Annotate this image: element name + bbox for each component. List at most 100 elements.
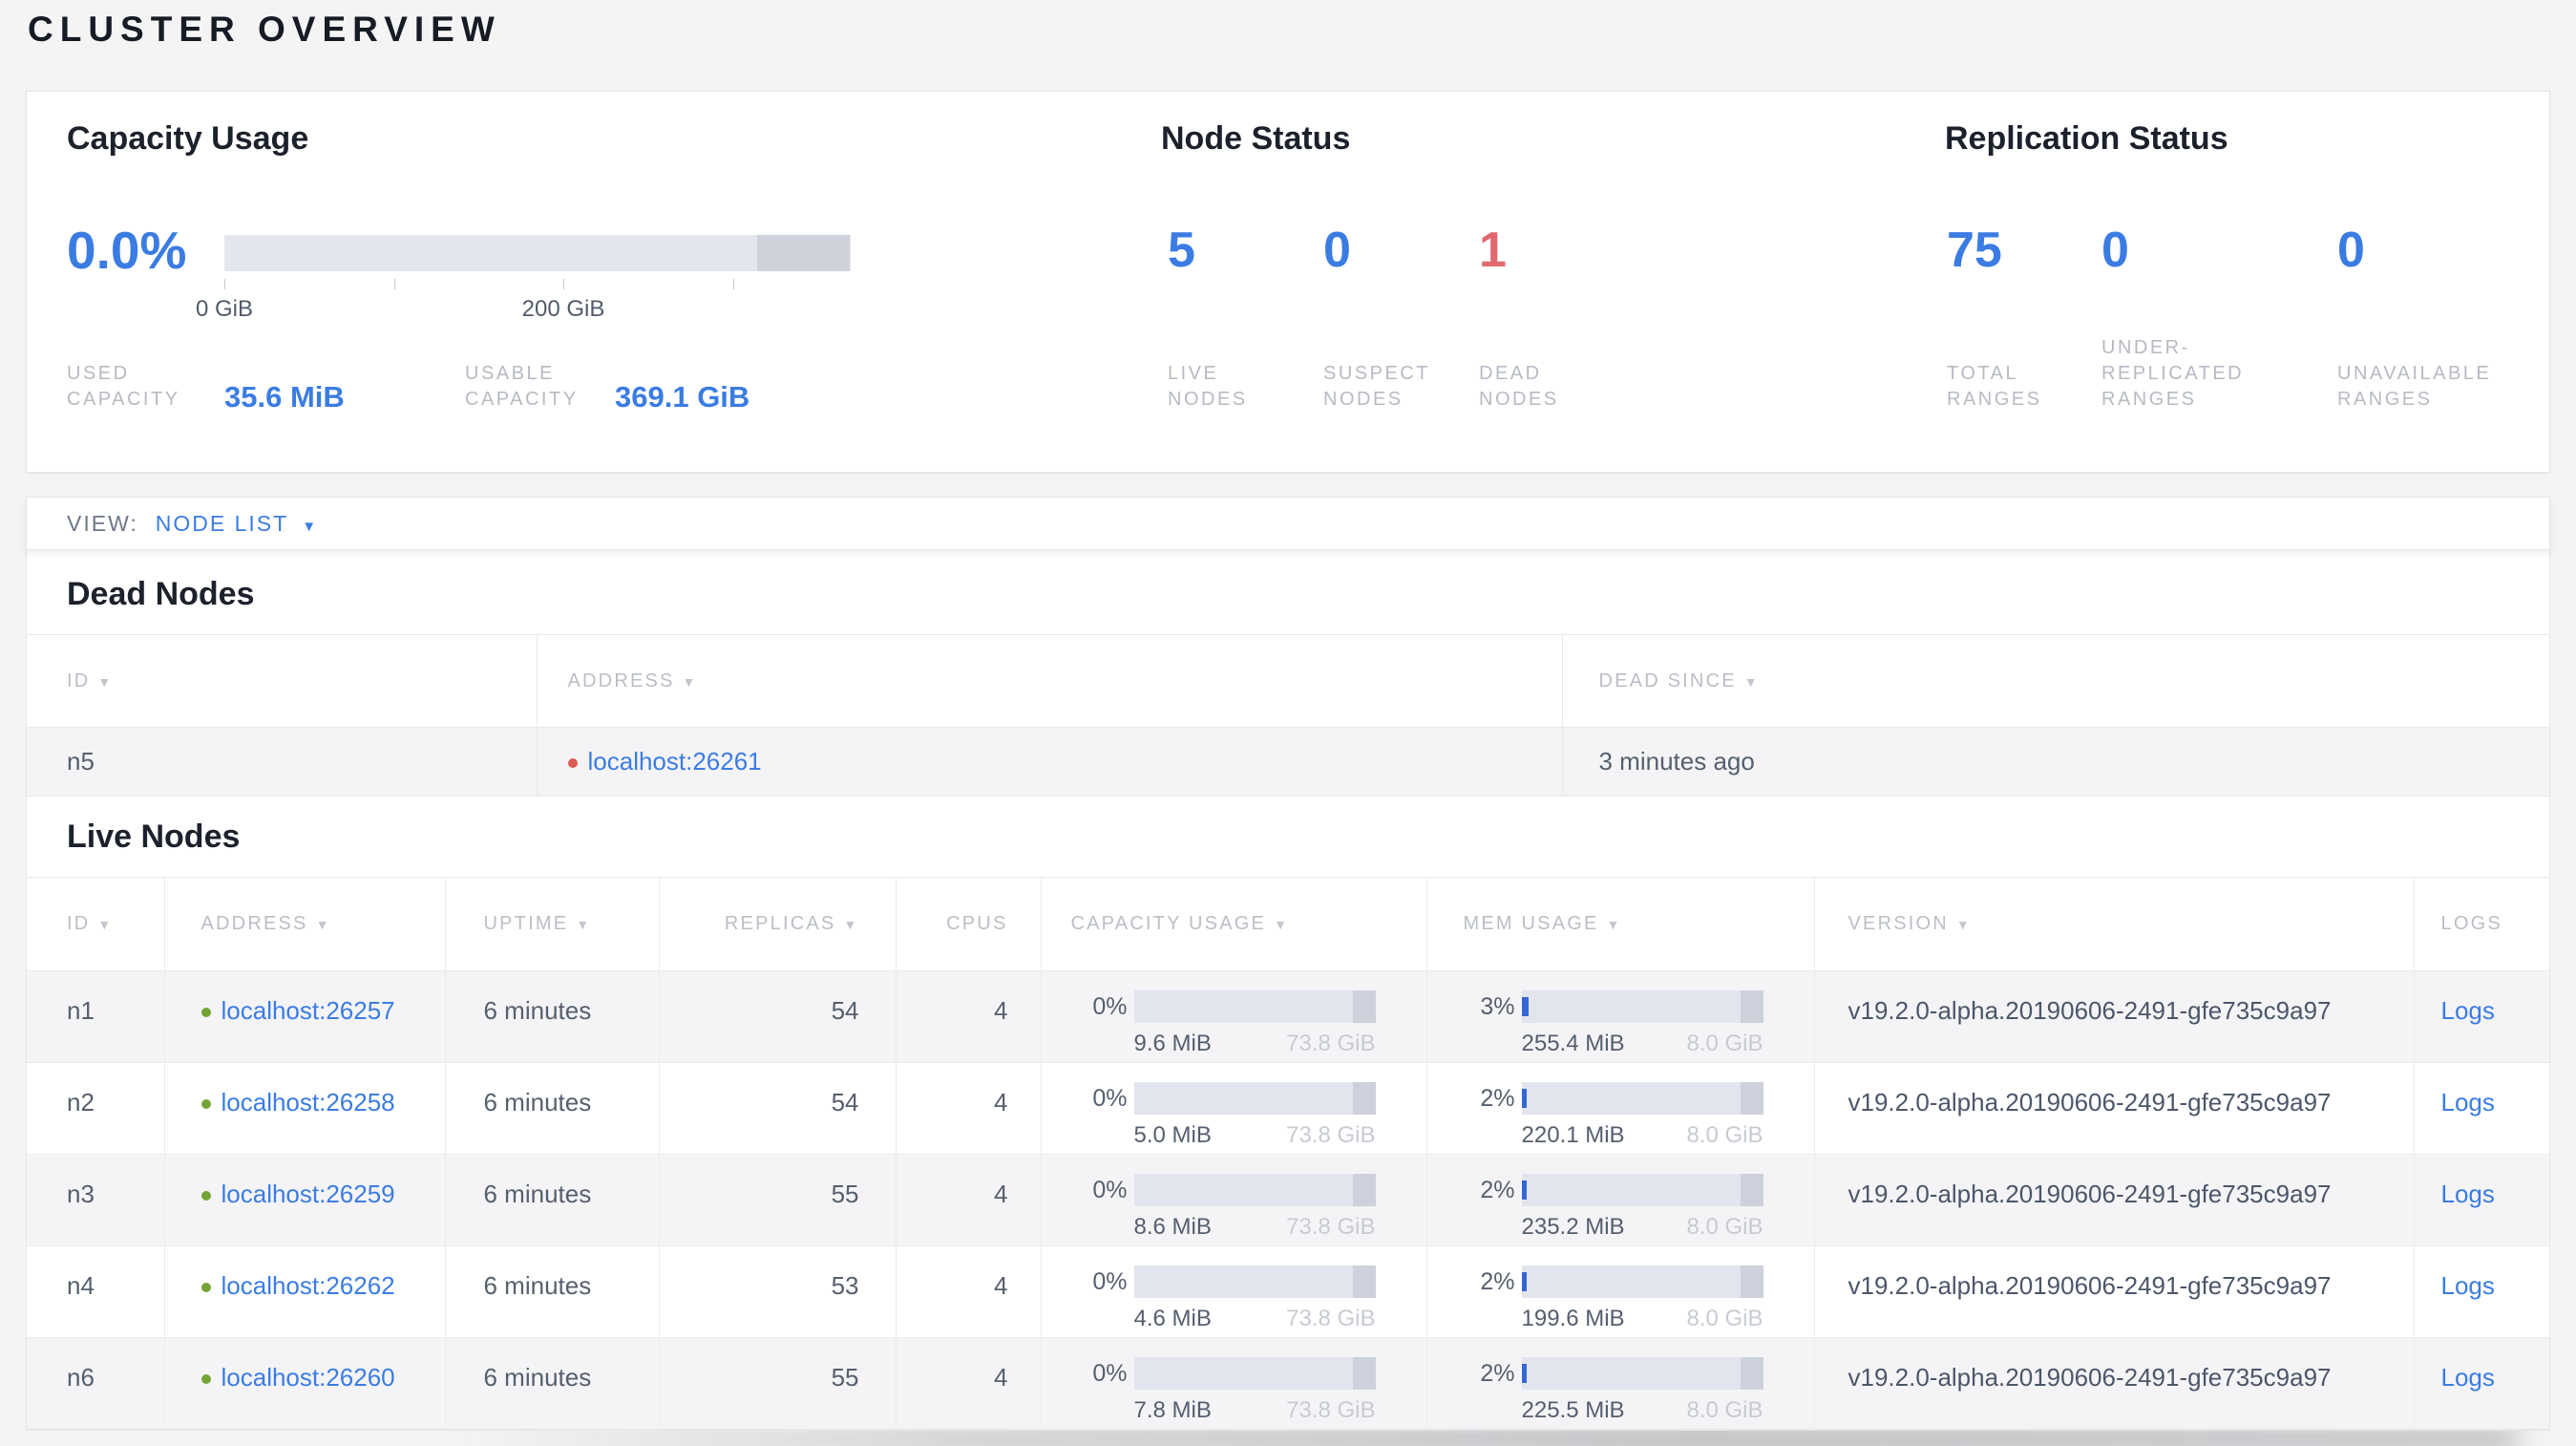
- capacity-usage-cell: 0% 8.6 MiB 73.8 GiB: [1042, 1155, 1426, 1241]
- live-column-header-mem-usage[interactable]: MEM USAGE ▼: [1425, 877, 1814, 971]
- replicas-value: 55: [658, 1154, 896, 1246]
- capacity-bar-endcap: [1352, 1174, 1376, 1206]
- live-nodes-count: 5: [1168, 223, 1195, 278]
- node-id: n5: [67, 747, 95, 776]
- dead-nodes-heading: Dead Nodes: [67, 576, 255, 612]
- node-address-link[interactable]: localhost:26262: [222, 1271, 395, 1300]
- nodes-tables-card: Dead Nodes ID ▼ ADDRESS ▼ DEAD SINCE ▼ n5 l…: [26, 550, 2550, 1431]
- dead-column-header-id[interactable]: ID ▼: [27, 635, 537, 728]
- node-address-link[interactable]: localhost:26261: [588, 747, 762, 776]
- sort-icon: ▼: [843, 917, 859, 932]
- logs-link[interactable]: Logs: [2441, 1180, 2495, 1208]
- live-nodes-heading: Live Nodes: [67, 819, 241, 855]
- logs-link[interactable]: Logs: [2441, 996, 2495, 1025]
- dead-column-header-address[interactable]: ADDRESS ▼: [536, 634, 1562, 728]
- dead-nodes-label: DEAD NODES: [1479, 363, 1559, 410]
- mem-usage-cell: 2% 199.6 MiB 8.0 GiB: [1427, 1246, 1814, 1332]
- live-column-header-id[interactable]: ID ▼: [27, 878, 164, 971]
- live-column-header-uptime[interactable]: UPTIME ▼: [444, 877, 659, 971]
- unavailable-ranges-label: UNAVAILABLE RANGES: [2337, 363, 2492, 410]
- node-address-link[interactable]: localhost:26260: [222, 1363, 395, 1392]
- mem-used-value: 220.1 MiB: [1521, 1122, 1625, 1148]
- summary-card: Capacity Usage 0.0% 0 GiB 200 GiB USED C…: [26, 91, 2550, 473]
- live-status-icon: [201, 1008, 211, 1017]
- cpus-value: 4: [895, 1154, 1041, 1246]
- sort-icon: ▼: [1743, 673, 1760, 690]
- replication-status-heading: Replication Status: [1945, 120, 2228, 157]
- replicas-value: 54: [658, 970, 896, 1063]
- unavailable-ranges-count: 0: [2337, 223, 2365, 278]
- live-status-icon: [201, 1374, 211, 1384]
- capacity-bar-endcap: [1352, 1357, 1376, 1390]
- capacity-used-value: 4.6 MiB: [1133, 1306, 1212, 1331]
- dead-nodes-count: 1: [1479, 223, 1507, 278]
- capacity-bar-endcap: [1352, 1265, 1376, 1298]
- axis-tick-label-200: 200 GiB: [521, 296, 605, 322]
- mem-bar-endcap: [1740, 990, 1763, 1023]
- cpus-value: 4: [895, 1062, 1041, 1155]
- capacity-usage-bar: [224, 235, 851, 271]
- total-ranges-count: 75: [1947, 223, 2002, 278]
- table-row: n3 localhost:26259 6 minutes 55 4 0% 8.6…: [27, 1154, 2549, 1246]
- mem-bar-endcap: [1740, 1174, 1763, 1206]
- node-id: n3: [67, 1180, 95, 1208]
- dead-status-icon: [567, 758, 578, 768]
- table-row: n2 localhost:26258 6 minutes 54 4 0% 5.0…: [27, 1062, 2549, 1155]
- mem-used-value: 255.4 MiB: [1521, 1031, 1625, 1056]
- logs-link[interactable]: Logs: [2441, 1363, 2495, 1392]
- capacity-used-value: 5.0 MiB: [1133, 1122, 1212, 1148]
- page-title: CLUSTER OVERVIEW: [28, 10, 501, 49]
- node-address-link[interactable]: localhost:26257: [222, 996, 395, 1025]
- node-id: n1: [67, 996, 95, 1025]
- capacity-mini-bar: [1133, 1265, 1376, 1298]
- capacity-percent: 0%: [1092, 1176, 1128, 1203]
- mem-used-value: 235.2 MiB: [1521, 1214, 1625, 1240]
- mem-usage-cell: 2% 235.2 MiB 8.0 GiB: [1427, 1155, 1814, 1241]
- dead-nodes-table: ID ▼ ADDRESS ▼ DEAD SINCE ▼ n5 localhost:26…: [27, 634, 2549, 797]
- node-id: n4: [67, 1271, 95, 1300]
- capacity-usage-cell: 0% 7.8 MiB 73.8 GiB: [1042, 1338, 1426, 1424]
- node-status-heading: Node Status: [1161, 120, 1351, 157]
- cpus-value: 4: [895, 1245, 1041, 1338]
- mem-mini-bar: [1521, 1082, 1763, 1115]
- mem-bar-endcap: [1740, 1265, 1763, 1298]
- live-column-header-address[interactable]: ADDRESS ▼: [163, 877, 445, 971]
- view-selector-bar: VIEW: NODE LIST ▼: [26, 497, 2550, 550]
- dead-column-header-dead-since[interactable]: DEAD SINCE ▼: [1561, 634, 2549, 728]
- capacity-mini-bar: [1133, 1082, 1376, 1115]
- live-nodes-header-row: ID ▼ ADDRESS ▼ UPTIME ▼ REPLICAS ▼ CPUS CAPA…: [27, 877, 2549, 971]
- logs-link[interactable]: Logs: [2441, 1088, 2495, 1116]
- capacity-used-percent: 0.0%: [67, 221, 187, 280]
- mem-total-value: 8.0 GiB: [1686, 1397, 1763, 1423]
- live-column-header-version[interactable]: VERSION ▼: [1813, 877, 2414, 971]
- mem-bar-fill: [1521, 1272, 1527, 1291]
- version-value: v19.2.0-alpha.20190606-2491-gfe735c9a97: [1813, 970, 2414, 1063]
- mem-percent: 2%: [1480, 1359, 1515, 1387]
- live-column-header-replicas[interactable]: REPLICAS ▼: [658, 877, 896, 971]
- live-nodes-label: LIVE NODES: [1168, 363, 1248, 410]
- version-value: v19.2.0-alpha.20190606-2491-gfe735c9a97: [1813, 1245, 2414, 1338]
- cluster-overview-page: CLUSTER OVERVIEW Capacity Usage 0.0% 0 G…: [0, 0, 2576, 1446]
- view-dropdown[interactable]: NODE LIST ▼: [156, 511, 318, 537]
- node-address-link[interactable]: localhost:26259: [222, 1180, 395, 1208]
- live-column-header-capacity-usage[interactable]: CAPACITY USAGE ▼: [1040, 877, 1426, 971]
- capacity-bar-endcap: [1352, 990, 1376, 1023]
- mem-usage-cell: 2% 220.1 MiB 8.0 GiB: [1427, 1063, 1814, 1149]
- node-address-link[interactable]: localhost:26258: [222, 1088, 395, 1116]
- sort-icon: ▼: [1274, 917, 1290, 932]
- capacity-usage-cell: 0% 9.6 MiB 73.8 GiB: [1042, 971, 1426, 1057]
- uptime-value: 6 minutes: [444, 1245, 659, 1338]
- live-column-header-logs: LOGS: [2413, 877, 2549, 971]
- capacity-used-value: 8.6 MiB: [1133, 1214, 1212, 1240]
- mem-bar-fill: [1521, 1364, 1527, 1383]
- mem-total-value: 8.0 GiB: [1686, 1214, 1763, 1240]
- logs-link[interactable]: Logs: [2441, 1271, 2495, 1300]
- table-row: n4 localhost:26262 6 minutes 53 4 0% 4.6…: [27, 1245, 2549, 1338]
- live-column-header-cpus: CPUS: [895, 877, 1041, 971]
- sort-icon: ▼: [1955, 917, 1972, 932]
- mem-mini-bar: [1521, 1265, 1763, 1298]
- mem-used-value: 225.5 MiB: [1521, 1397, 1625, 1423]
- uptime-value: 6 minutes: [444, 1337, 659, 1430]
- axis-tick: [394, 279, 395, 289]
- mem-bar-endcap: [1740, 1357, 1763, 1390]
